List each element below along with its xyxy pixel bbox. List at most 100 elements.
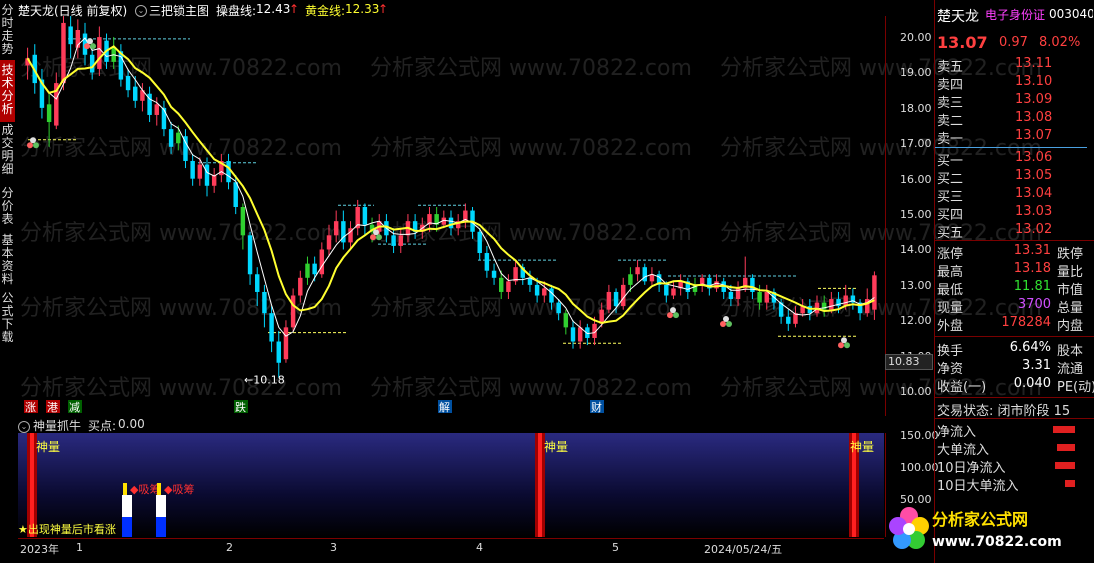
candle[interactable] xyxy=(635,260,640,282)
candlestick-chart[interactable]: ←20.77←10.18涨港减跌解财 xyxy=(18,16,884,416)
event-tag[interactable]: 减 xyxy=(68,400,82,414)
candle[interactable] xyxy=(570,320,576,349)
candle[interactable] xyxy=(398,228,403,254)
candle[interactable] xyxy=(183,129,188,169)
candle[interactable] xyxy=(68,16,73,59)
candle[interactable] xyxy=(412,214,418,239)
candle[interactable] xyxy=(290,288,296,331)
candle[interactable] xyxy=(25,47,30,80)
candle[interactable] xyxy=(721,277,726,300)
indicator-title[interactable]: 神量抓牛 xyxy=(33,417,81,434)
candle[interactable] xyxy=(649,267,655,285)
event-tag[interactable]: 财 xyxy=(590,400,604,414)
candle[interactable] xyxy=(786,309,791,331)
candle[interactable] xyxy=(305,256,310,285)
ask-row: 卖三 13.09 xyxy=(937,92,1093,111)
collapse-icon[interactable]: ⌄ xyxy=(18,418,30,433)
candle[interactable] xyxy=(448,210,454,236)
candle[interactable] xyxy=(735,281,741,307)
tab-0[interactable]: 分时走势 xyxy=(0,0,15,62)
flow-row: 10日净流入 xyxy=(937,457,1093,476)
candle[interactable] xyxy=(484,245,490,278)
candle[interactable] xyxy=(549,284,554,310)
event-tag-label: 财 xyxy=(591,400,602,414)
candle[interactable] xyxy=(606,284,612,314)
up-arrow-icon: ↑ xyxy=(289,2,300,16)
candle[interactable] xyxy=(814,295,820,317)
date-label: 2024/05/24/五 xyxy=(704,543,783,556)
candle[interactable] xyxy=(793,306,798,328)
candle[interactable] xyxy=(168,122,174,154)
candle[interactable] xyxy=(75,19,81,59)
candle[interactable] xyxy=(262,284,267,328)
candle[interactable] xyxy=(857,299,863,321)
tab-2[interactable]: 成交明细 xyxy=(0,120,15,184)
candle[interactable] xyxy=(326,224,332,257)
bid-row: 买三 13.04 xyxy=(937,186,1093,205)
candle[interactable] xyxy=(656,270,662,292)
tab-5[interactable]: 公式下载 xyxy=(0,288,15,344)
candle[interactable] xyxy=(125,68,131,98)
candle[interactable] xyxy=(621,277,626,310)
candle[interactable] xyxy=(269,306,274,353)
candle[interactable] xyxy=(699,274,705,292)
candle[interactable] xyxy=(226,153,231,190)
event-tag[interactable]: 跌 xyxy=(234,400,248,414)
candle[interactable] xyxy=(348,221,353,250)
candle[interactable] xyxy=(800,299,805,317)
candle[interactable] xyxy=(477,228,482,261)
candle[interactable] xyxy=(563,309,569,335)
candle[interactable] xyxy=(161,100,167,137)
candle[interactable] xyxy=(455,214,461,236)
candle[interactable] xyxy=(362,203,368,236)
candle[interactable] xyxy=(491,263,497,285)
candle[interactable] xyxy=(463,203,468,229)
ask-row: 卖五 13.11 xyxy=(937,56,1093,75)
candle[interactable] xyxy=(298,270,303,303)
candle[interactable] xyxy=(577,320,583,349)
candle[interactable] xyxy=(319,242,325,278)
tab-4[interactable]: 基本资料 xyxy=(0,230,15,290)
tab-1[interactable]: 技术分析 xyxy=(0,60,15,122)
tab-3[interactable]: 分价表 xyxy=(0,183,15,231)
candle[interactable] xyxy=(585,323,590,346)
stat-value: 13.18 xyxy=(1013,261,1051,276)
candle[interactable] xyxy=(147,86,152,123)
candle[interactable] xyxy=(111,37,116,69)
event-tag[interactable]: 港 xyxy=(46,400,60,414)
candle[interactable] xyxy=(219,153,224,183)
candle[interactable] xyxy=(821,295,827,317)
candle[interactable] xyxy=(671,281,676,300)
event-tag[interactable]: 解 xyxy=(438,400,452,414)
candle[interactable] xyxy=(97,26,102,77)
candle[interactable] xyxy=(204,157,210,197)
collapse-icon[interactable]: ⌄ xyxy=(135,2,147,17)
volume-indicator-panel[interactable]: 神量 神量 神量 ◆吸筹 ◆吸筹 ★出现神量后市看涨 xyxy=(18,433,884,537)
stock-tag[interactable]: 电子身份证 xyxy=(985,6,1045,23)
candle[interactable] xyxy=(39,68,45,119)
logo-url[interactable]: www.70822.com xyxy=(932,534,1062,550)
candle[interactable] xyxy=(678,274,683,296)
candle[interactable] xyxy=(54,72,59,130)
candle[interactable] xyxy=(872,271,877,320)
candle[interactable] xyxy=(211,168,217,193)
candle[interactable] xyxy=(276,330,281,378)
event-tag[interactable]: 涨 xyxy=(24,400,38,414)
candle[interactable] xyxy=(642,263,647,285)
candle[interactable] xyxy=(850,288,856,310)
candle[interactable] xyxy=(764,284,769,310)
candle[interactable] xyxy=(118,44,124,87)
candle[interactable] xyxy=(176,125,181,151)
candle[interactable] xyxy=(133,76,138,108)
candle[interactable] xyxy=(341,210,346,250)
candle[interactable] xyxy=(247,231,253,285)
candle[interactable] xyxy=(240,203,246,250)
candle[interactable] xyxy=(283,320,289,363)
candle[interactable] xyxy=(255,267,260,307)
stat-label: 最高 xyxy=(937,265,964,280)
candle[interactable] xyxy=(506,274,511,300)
bid-price: 13.04 xyxy=(1015,186,1053,201)
candle[interactable] xyxy=(46,93,52,147)
candle[interactable] xyxy=(190,153,195,186)
candle[interactable] xyxy=(333,210,339,243)
